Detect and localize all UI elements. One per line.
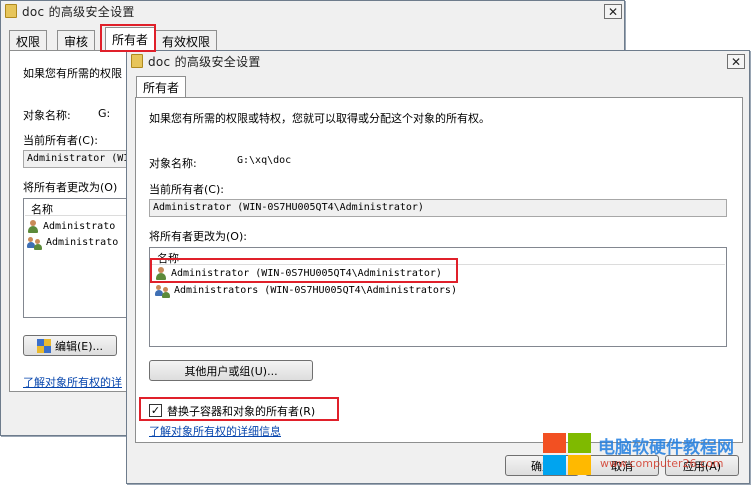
list-item-label: Administrator (WIN-0S7HU005QT4\Administr… — [171, 268, 442, 279]
back-object-name-value: G: — [98, 107, 111, 120]
tab-owner[interactable]: 所有者 — [136, 76, 187, 98]
learn-owner-link[interactable]: 了解对象所有权的详细信息 — [149, 423, 281, 439]
users-group-icon — [155, 284, 171, 298]
back-current-owner-label: 当前所有者(C): — [23, 134, 98, 147]
tab-effective-permissions[interactable]: 有效权限 — [155, 30, 218, 51]
back-title: doc 的高级安全设置 — [22, 4, 135, 19]
object-name-label: 对象名称: — [149, 157, 197, 170]
current-owner-field: Administrator (WIN-0S7HU005QT4\Administr… — [149, 199, 727, 217]
owner-list[interactable]: 名称 Administrator (WIN-0S7HU005QT4\Admini… — [149, 247, 727, 347]
object-name-value: G:\xq\doc — [237, 155, 292, 166]
close-icon[interactable]: ✕ — [604, 4, 622, 19]
user-icon — [155, 266, 167, 281]
intro-text: 如果您有所需的权限或特权，您就可以取得或分配这个对象的所有权。 — [149, 112, 490, 125]
back-titlebar: doc 的高级安全设置 ✕ — [1, 1, 624, 21]
users-group-icon — [27, 236, 43, 250]
list-item[interactable]: Administrator (WIN-0S7HU005QT4\Administr… — [155, 265, 442, 282]
close-icon[interactable]: ✕ — [727, 54, 745, 69]
folder-icon — [131, 54, 143, 68]
uac-shield-icon — [36, 338, 51, 353]
current-owner-label: 当前所有者(C): — [149, 183, 224, 196]
list-item-label: Administrato — [43, 221, 116, 232]
back-owner-list[interactable]: 名称 Administrato Administrato — [23, 198, 133, 318]
list-item-label: Administrato — [46, 237, 119, 248]
front-title: doc 的高级安全设置 — [148, 54, 261, 69]
windows-logo-icon — [543, 433, 593, 477]
back-list-header[interactable]: 名称 — [25, 200, 131, 216]
list-item[interactable]: Administrato — [27, 234, 118, 251]
edit-button[interactable]: 编辑(E)... — [23, 335, 117, 356]
tab-permissions[interactable]: 权限 — [9, 30, 48, 51]
list-item[interactable]: Administrators (WIN-0S7HU005QT4\Administ… — [155, 282, 457, 299]
user-icon — [27, 219, 39, 234]
front-titlebar: doc 的高级安全设置 ✕ — [127, 51, 749, 71]
folder-icon — [5, 4, 17, 18]
list-item-label: Administrators (WIN-0S7HU005QT4\Administ… — [174, 285, 457, 296]
tab-owner[interactable]: 所有者 — [105, 27, 156, 51]
front-dialog: doc 的高级安全设置 ✕ 所有者 如果您有所需的权限或特权，您就可以取得或分配… — [126, 50, 750, 484]
other-users-groups-button[interactable]: 其他用户或组(U)... — [149, 360, 313, 381]
watermark-url: www.computer26.com — [600, 457, 724, 470]
back-learn-owner-link[interactable]: 了解对象所有权的详 — [23, 374, 122, 390]
watermark-text: 电脑软硬件教程网 — [598, 438, 734, 458]
back-intro-text: 如果您有所需的权限 — [23, 67, 122, 80]
replace-owner-label[interactable]: 替换子容器和对象的所有者(R) — [167, 403, 315, 419]
back-current-owner-field: Administrator (WI — [23, 150, 133, 168]
edit-button-label: 编辑(E)... — [54, 339, 104, 353]
list-header-name[interactable]: 名称 — [151, 249, 725, 265]
list-item[interactable]: Administrato — [27, 218, 115, 235]
tab-auditing[interactable]: 审核 — [57, 30, 96, 51]
back-object-name-label: 对象名称: — [23, 109, 71, 122]
back-change-owner-label: 将所有者更改为(O) — [23, 181, 118, 194]
change-owner-label: 将所有者更改为(O): — [149, 230, 247, 243]
replace-owner-checkbox[interactable]: ✓ — [149, 404, 162, 417]
